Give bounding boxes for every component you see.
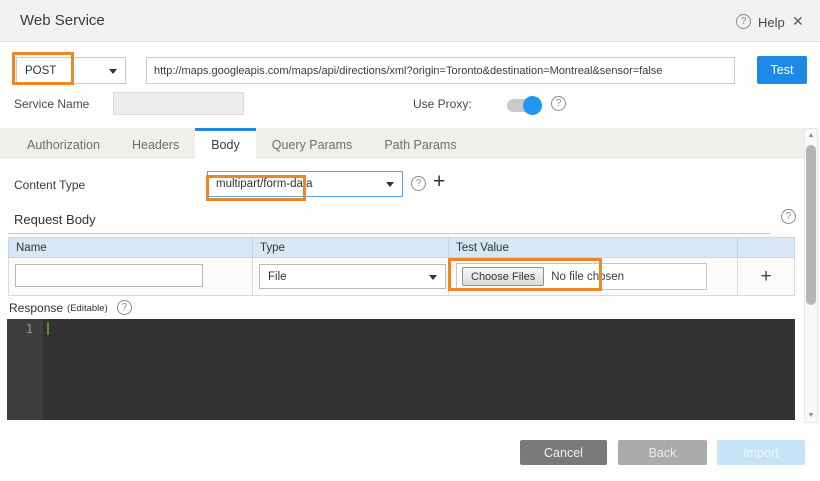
help-question-icon[interactable]: ?: [736, 14, 751, 29]
tab-body[interactable]: Body: [195, 128, 256, 159]
column-header-name: Name: [9, 238, 253, 257]
column-header-type: Type: [253, 238, 449, 257]
param-type-value: File: [260, 271, 287, 283]
use-proxy-label: Use Proxy:: [413, 97, 472, 111]
editor-cursor: [47, 322, 49, 335]
tab-path-params[interactable]: Path Params: [368, 128, 472, 159]
editor-code-area[interactable]: [43, 319, 795, 420]
tab-bar: Authorization Headers Body Query Params …: [0, 128, 804, 158]
scrollbar-thumb[interactable]: [806, 145, 816, 305]
cell-actions: +: [738, 258, 794, 295]
param-name-input[interactable]: [15, 264, 203, 287]
chevron-down-icon: [429, 275, 437, 280]
response-label: Response: [9, 301, 63, 315]
page-title: Web Service: [20, 12, 105, 29]
editor-line-number: 1: [7, 319, 43, 420]
cancel-button[interactable]: Cancel: [520, 440, 607, 465]
cell-test-value: Choose Files No file chosen: [449, 258, 738, 295]
help-link[interactable]: Help: [758, 15, 785, 30]
chevron-down-icon: [386, 182, 394, 187]
http-method-select[interactable]: POST: [16, 57, 126, 84]
content-type-help-icon[interactable]: ?: [411, 176, 426, 191]
toggle-thumb: [523, 96, 542, 115]
response-header: Response (Editable) ?: [9, 300, 132, 315]
use-proxy-toggle[interactable]: [507, 99, 540, 112]
add-row-icon[interactable]: +: [738, 258, 794, 295]
dialog-header: Web Service ? Help ✕: [0, 0, 820, 42]
table-header-row: Name Type Test Value: [8, 237, 795, 258]
service-name-label: Service Name: [14, 97, 89, 111]
vertical-scrollbar[interactable]: ▲ ▼: [804, 128, 818, 423]
service-name-input: [113, 92, 244, 115]
tab-headers[interactable]: Headers: [116, 128, 195, 159]
table-row: File Choose Files No file chosen +: [8, 258, 795, 296]
import-button[interactable]: Import: [717, 440, 805, 465]
request-body-title: Request Body: [8, 212, 770, 234]
response-editor[interactable]: 1: [7, 319, 795, 420]
proxy-help-icon[interactable]: ?: [551, 96, 566, 111]
request-body-help-icon[interactable]: ?: [781, 209, 796, 224]
add-content-type-icon[interactable]: +: [433, 171, 445, 193]
cell-name: [9, 258, 253, 295]
scroll-down-icon[interactable]: ▼: [805, 412, 817, 419]
web-service-dialog: Web Service ? Help ✕ POST Test Service N…: [0, 0, 820, 481]
tab-query-params[interactable]: Query Params: [256, 128, 369, 159]
response-editable-label: (Editable): [67, 303, 108, 314]
column-header-test-value: Test Value: [449, 238, 738, 257]
tab-authorization[interactable]: Authorization: [11, 128, 116, 159]
param-type-select[interactable]: File: [259, 264, 446, 289]
choose-files-button[interactable]: Choose Files: [462, 267, 544, 286]
file-upload-field[interactable]: Choose Files No file chosen: [456, 263, 707, 290]
chevron-down-icon: [109, 69, 117, 74]
content-type-value: multipart/form-data: [208, 178, 313, 190]
scroll-up-icon[interactable]: ▲: [805, 132, 817, 139]
cell-type: File: [253, 258, 449, 295]
close-icon[interactable]: ✕: [792, 13, 804, 30]
test-button[interactable]: Test: [757, 56, 807, 84]
no-file-chosen-text: No file chosen: [551, 271, 624, 283]
url-input[interactable]: [146, 57, 735, 84]
back-button[interactable]: Back: [618, 440, 707, 465]
content-type-select[interactable]: multipart/form-data: [207, 171, 403, 197]
response-help-icon[interactable]: ?: [117, 300, 132, 315]
content-type-label: Content Type: [14, 178, 85, 192]
request-body-table: Name Type Test Value File Choose Files N…: [8, 237, 795, 296]
column-header-actions: [738, 238, 794, 257]
http-method-value: POST: [17, 65, 56, 77]
